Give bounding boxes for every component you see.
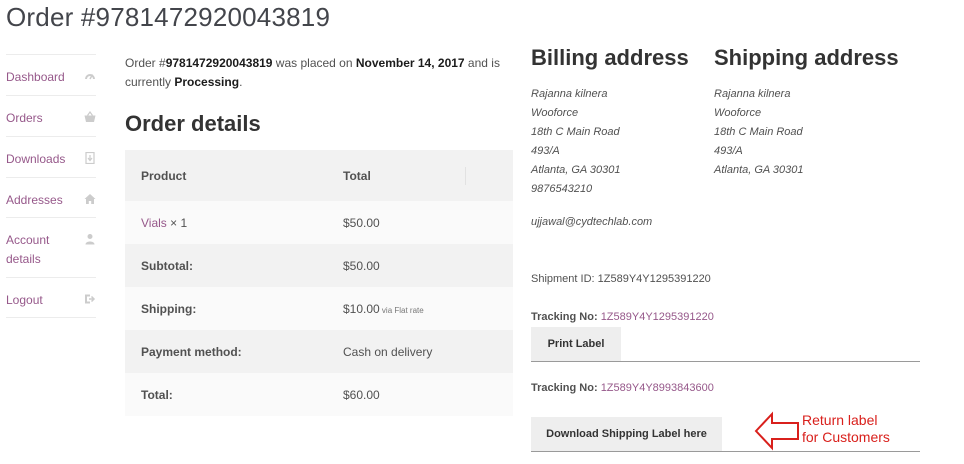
annotation-line-2: for Customers	[802, 429, 890, 445]
tracking-link-2[interactable]: 1Z589Y4Y8993843600	[601, 382, 714, 394]
billing-address-heading: Billing address	[531, 45, 689, 70]
table-header-row: Product Total	[125, 150, 513, 201]
payment-method-value: Cash on delivery	[343, 344, 433, 359]
shipping-city: Atlanta, GA 30301	[714, 164, 804, 176]
product-quantity: × 1	[166, 215, 188, 230]
product-cell: Vials × 1	[125, 201, 327, 244]
intro-middle: was placed on	[272, 56, 356, 70]
tracking-link-1[interactable]: 1Z589Y4Y1295391220	[601, 311, 714, 323]
sidebar-item-dashboard[interactable]: Dashboard	[6, 54, 96, 95]
divider	[531, 361, 920, 362]
shipment-id-label: Shipment ID:	[531, 273, 598, 285]
table-row: Subtotal: $50.00	[125, 244, 513, 287]
sidebar-item-addresses[interactable]: Addresses	[6, 177, 96, 217]
order-details-heading: Order details	[125, 111, 261, 136]
product-link[interactable]: Vials	[141, 216, 167, 230]
sidebar-item-label: Addresses	[6, 193, 63, 207]
total-label: Total:	[141, 387, 173, 402]
shipping-name: Rajanna kilnera	[714, 88, 791, 100]
account-navigation: Dashboard Orders Downloads Addresses Acc…	[6, 54, 96, 318]
shipping-address: Rajanna kilnera Wooforce 18th C Main Roa…	[714, 85, 804, 180]
billing-city: Atlanta, GA 30301	[531, 164, 621, 176]
total-value: $60.00	[343, 387, 380, 402]
tracking-number-2: Tracking No: 1Z589Y4Y8993843600	[531, 382, 714, 394]
sidebar-item-downloads[interactable]: Downloads	[6, 136, 96, 177]
subtotal-value: $50.00	[343, 258, 380, 273]
tracking-label: Tracking No:	[531, 311, 601, 323]
shipping-address-heading: Shipping address	[714, 45, 899, 70]
annotation-line-1: Return label	[802, 412, 878, 428]
table-row: Vials × 1 $50.00	[125, 201, 513, 244]
billing-street: 18th C Main Road	[531, 126, 620, 138]
print-label-button[interactable]: Print Label	[531, 327, 621, 361]
page-title: Order #9781472920043819	[6, 2, 331, 32]
billing-unit: 493/A	[531, 145, 560, 157]
basket-icon	[84, 111, 96, 123]
file-download-icon	[84, 152, 96, 164]
sidebar-item-logout[interactable]: Logout	[6, 277, 96, 318]
shipping-cell: $10.00 via Flat rate	[327, 287, 513, 330]
billing-email: ujjawal@cydtechlab.com	[531, 216, 653, 228]
sidebar-item-orders[interactable]: Orders	[6, 95, 96, 136]
column-header-total: Total	[343, 168, 371, 183]
download-shipping-label-button[interactable]: Download Shipping Label here	[531, 417, 722, 451]
shipment-id: Shipment ID: 1Z589Y4Y1295391220	[531, 273, 711, 285]
billing-name: Rajanna kilnera	[531, 88, 608, 100]
sidebar-item-account-details[interactable]: Account details	[6, 217, 96, 277]
shipment-id-value: 1Z589Y4Y1295391220	[597, 273, 711, 285]
order-date: November 14, 2017	[355, 56, 465, 70]
shipping-company: Wooforce	[714, 107, 762, 119]
order-summary-text: Order #9781472920043819 was placed on No…	[125, 54, 505, 92]
dashboard-icon	[84, 70, 96, 82]
divider	[531, 451, 920, 452]
product-total: $50.00	[343, 215, 380, 230]
order-number: 9781472920043819	[165, 56, 273, 70]
order-status: Processing	[174, 75, 240, 89]
billing-company: Wooforce	[531, 107, 579, 119]
sidebar-item-label: Dashboard	[6, 70, 65, 84]
user-icon	[84, 233, 96, 245]
subtotal-label: Subtotal:	[141, 258, 193, 273]
order-details-table: Product Total Vials × 1 $50.00 Subtotal:…	[125, 150, 513, 416]
table-row: Shipping: $10.00 via Flat rate	[125, 287, 513, 330]
intro-prefix: Order #	[125, 56, 166, 70]
column-header-product: Product	[141, 168, 187, 183]
intro-end: .	[239, 75, 243, 89]
shipping-value: $10.00	[343, 301, 380, 316]
billing-address: Rajanna kilnera Wooforce 18th C Main Roa…	[531, 85, 621, 199]
tracking-number-1: Tracking No: 1Z589Y4Y1295391220	[531, 311, 714, 323]
left-arrow-icon	[754, 411, 799, 451]
logout-icon	[84, 293, 96, 305]
shipping-method-note: via Flat rate	[379, 305, 424, 315]
sidebar-item-label: Orders	[6, 111, 43, 125]
sidebar-item-label: Logout	[6, 293, 43, 307]
sidebar-item-label: Account details	[6, 233, 50, 266]
sidebar-item-label: Downloads	[6, 152, 66, 166]
billing-phone: 9876543210	[531, 183, 593, 195]
table-row: Payment method: Cash on delivery	[125, 330, 513, 373]
tracking-label: Tracking No:	[531, 382, 601, 394]
shipping-label: Shipping:	[141, 301, 197, 316]
home-icon	[84, 193, 96, 205]
shipping-unit: 493/A	[714, 145, 743, 157]
return-label-annotation: Return label for Customers	[802, 412, 890, 446]
header-divider	[465, 167, 466, 185]
payment-method-label: Payment method:	[141, 344, 242, 359]
shipping-street: 18th C Main Road	[714, 126, 803, 138]
table-row: Total: $60.00	[125, 373, 513, 416]
